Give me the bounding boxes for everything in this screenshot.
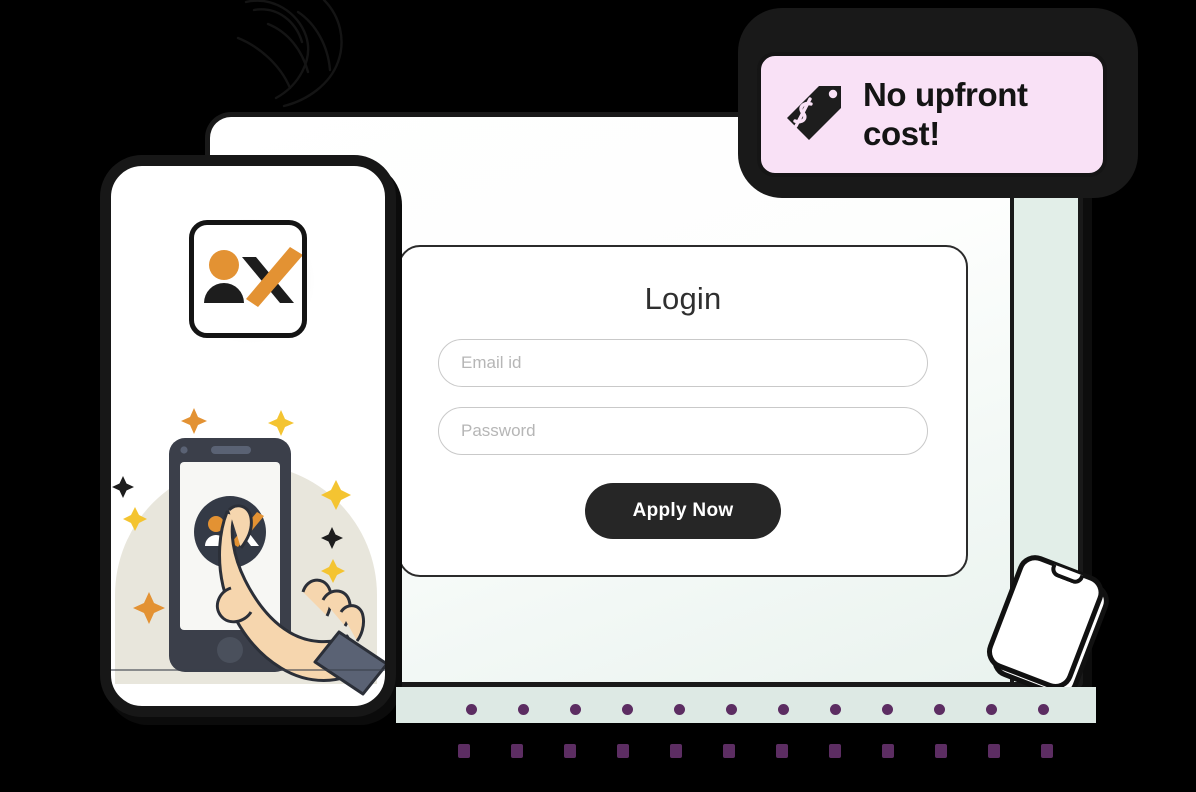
pointing-hand-illustration xyxy=(215,504,385,696)
phone-mockup xyxy=(100,155,396,717)
screenshot-stage: Login Apply Now No upfront cost! xyxy=(0,0,1196,792)
password-field[interactable] xyxy=(438,407,928,455)
illustration-floor-line xyxy=(111,669,385,671)
hand-tapping-phone-illustration xyxy=(111,404,385,706)
apply-now-button[interactable]: Apply Now xyxy=(585,483,781,539)
no-upfront-cost-badge: No upfront cost! xyxy=(757,52,1107,177)
badge-line-1: No upfront xyxy=(863,75,1028,113)
badge-text: No upfront cost! xyxy=(863,76,1028,154)
price-tag-icon xyxy=(787,85,841,140)
scribble-sketch xyxy=(236,0,343,108)
login-title: Login xyxy=(644,281,722,316)
dot-row-top xyxy=(466,704,1049,715)
login-card: Login Apply Now xyxy=(398,245,968,577)
dot-row-bottom xyxy=(458,744,1053,758)
badge-line-2: cost! xyxy=(863,114,940,152)
person-x-app-icon[interactable] xyxy=(189,220,307,338)
email-field[interactable] xyxy=(438,339,928,387)
